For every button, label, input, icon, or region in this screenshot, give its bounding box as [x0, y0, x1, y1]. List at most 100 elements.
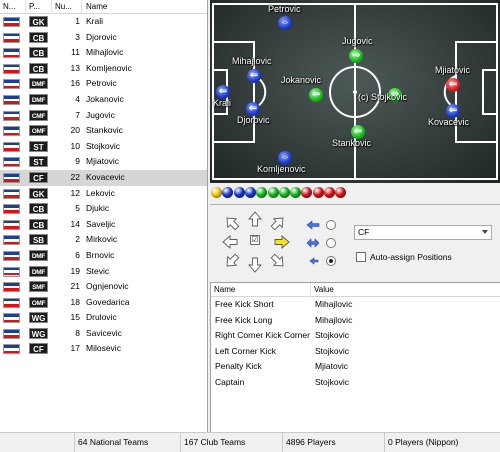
position-badge: CB: [29, 62, 48, 74]
player-name: Petrovic: [86, 78, 117, 89]
right-penalty-box: [455, 41, 498, 143]
player-row[interactable]: DMF 6 Brnovic: [0, 248, 207, 264]
arrow-up-right-icon[interactable]: [270, 215, 286, 231]
position-badge: GK: [29, 16, 48, 27]
auto-assign-checkbox[interactable]: [356, 252, 366, 262]
player-number: 19: [70, 265, 80, 276]
player-name: Govedarica: [86, 296, 130, 307]
set-piece-name: Right Corner Kick Corner: [215, 330, 310, 341]
player-row[interactable]: ST 10 Stojkovic: [0, 139, 207, 155]
position-select[interactable]: CF: [354, 225, 492, 240]
arrow-down-left-icon[interactable]: [224, 253, 240, 269]
player-row[interactable]: DMF 19 Stevic: [0, 264, 207, 280]
movement-arrow-icon: ⇔: [280, 17, 290, 28]
column-header-setpiece-value[interactable]: Value: [311, 283, 500, 297]
formation-pitch[interactable]: ⇔ Petrovic ⇐ Mihajlovic ⇒ Jugovic ⇐ Jokanovic ⇐ K…: [210, 0, 500, 183]
set-piece-row[interactable]: Right Corner Kick Corner Stojkovic: [211, 328, 500, 344]
set-piece-row[interactable]: Free Kick Long Mihajlovic: [211, 313, 500, 329]
arrow-up-left-icon[interactable]: [224, 215, 240, 231]
attack-right-radio[interactable]: [326, 256, 336, 266]
pitch-player-label: Komljenovic: [257, 164, 306, 174]
player-row[interactable]: ST 9 Mjiatovic: [0, 154, 207, 170]
direction-center-checkbox[interactable]: ☑: [250, 235, 260, 245]
arrow-down-icon[interactable]: [247, 257, 263, 273]
player-row[interactable]: CF 17 Milosevic: [0, 341, 207, 357]
formation-ball[interactable]: [290, 187, 302, 198]
arrow-up-icon[interactable]: [247, 211, 263, 227]
flag-icon: [3, 344, 20, 355]
player-name: Mjiatovic: [86, 156, 120, 167]
player-row[interactable]: WG 15 Drulovic: [0, 310, 207, 326]
player-row[interactable]: CB 14 Saveljic: [0, 217, 207, 233]
player-row[interactable]: DMF 16 Petrovic: [0, 76, 207, 92]
player-row[interactable]: OMF 20 Stankovic: [0, 123, 207, 139]
position-badge: DMF: [29, 78, 48, 90]
column-header-setpiece-name[interactable]: Name: [211, 283, 311, 297]
arrow-down-right-icon[interactable]: [270, 253, 286, 269]
arrow-left-icon[interactable]: [222, 234, 238, 250]
player-number: 12: [70, 187, 80, 198]
flag-icon: [3, 94, 20, 105]
arrow-small-left-icon: [309, 257, 319, 265]
player-row[interactable]: DMF 4 Jokanovic: [0, 92, 207, 108]
set-piece-row[interactable]: Free Kick Short Mihajlovic: [211, 297, 500, 313]
set-piece-row[interactable]: Captain Stojkovic: [211, 375, 500, 391]
player-row[interactable]: CF 22 Kovacevic: [0, 169, 207, 186]
player-number: 20: [70, 125, 80, 136]
formation-ball[interactable]: [278, 187, 290, 198]
player-row[interactable]: SMF 21 Ognjenovic: [0, 279, 207, 295]
player-list-header: N... P... Nu... Name: [0, 0, 207, 14]
player-row[interactable]: WG 8 Savicevic: [0, 326, 207, 342]
player-number: 8: [75, 327, 80, 338]
position-badge: CB: [29, 218, 48, 230]
movement-arrow-icon: ⇔: [280, 152, 290, 163]
column-header-position[interactable]: P...: [26, 0, 52, 14]
flag-icon: [3, 282, 20, 293]
formation-ball[interactable]: [244, 187, 256, 198]
player-name: Lekovic: [86, 187, 115, 198]
column-header-number[interactable]: Nu...: [52, 0, 82, 14]
player-name: Krali: [86, 16, 104, 26]
formation-ball[interactable]: [335, 187, 347, 198]
attack-right-option[interactable]: [306, 255, 346, 267]
player-row[interactable]: CMF 7 Jugovic: [0, 108, 207, 124]
player-row[interactable]: CB 11 Mihajlovic: [0, 45, 207, 61]
status-nippon-players: 0 Players (Nippon): [384, 433, 500, 452]
player-row[interactable]: CB 13 Komljenovic: [0, 61, 207, 77]
set-piece-row[interactable]: Left Corner Kick Stojkovic: [211, 344, 500, 360]
arrow-right-icon[interactable]: [274, 234, 290, 250]
attack-both-radio[interactable]: [326, 238, 336, 248]
attack-left-radio[interactable]: [326, 220, 336, 230]
formation-ball[interactable]: [211, 187, 222, 198]
flag-icon: [3, 219, 20, 230]
attack-left-option[interactable]: [306, 219, 346, 231]
column-header-name[interactable]: Name: [82, 0, 207, 14]
position-controls: ☑ CF Auto-assign Positions: [210, 204, 500, 280]
player-row[interactable]: SB 2 Mirkovic: [0, 232, 207, 248]
set-piece-row[interactable]: Penalty Kick Mjiatovic: [211, 359, 500, 375]
formation-ball[interactable]: [324, 187, 335, 198]
position-badge: DMF: [29, 249, 48, 261]
formation-ball[interactable]: [301, 187, 313, 198]
player-number: 4: [75, 93, 80, 104]
formation-ball[interactable]: [222, 187, 234, 198]
movement-arrow-icon: ⇐: [448, 105, 458, 116]
player-number: 15: [70, 312, 80, 323]
player-number: 1: [75, 16, 80, 26]
set-piece-name: Captain: [215, 377, 245, 387]
player-row[interactable]: GK 12 Lekovic: [0, 186, 207, 202]
attack-both-option[interactable]: [306, 237, 346, 249]
position-badge: CB: [29, 47, 48, 59]
flag-icon: [3, 79, 20, 90]
formation-ball[interactable]: [233, 187, 245, 198]
player-row[interactable]: OMF 18 Govedarica: [0, 295, 207, 311]
player-row[interactable]: GK 1 Krali: [0, 14, 207, 30]
formation-ball[interactable]: [312, 187, 324, 198]
player-row[interactable]: CB 3 Djorovic: [0, 30, 207, 46]
column-header-nation[interactable]: N...: [0, 0, 26, 14]
set-piece-header: Name Value: [211, 283, 500, 297]
player-row[interactable]: CB 5 Djukic: [0, 201, 207, 217]
formation-ball[interactable]: [267, 187, 279, 198]
formation-ball[interactable]: [256, 187, 268, 198]
status-players: 4896 Players: [282, 433, 374, 452]
